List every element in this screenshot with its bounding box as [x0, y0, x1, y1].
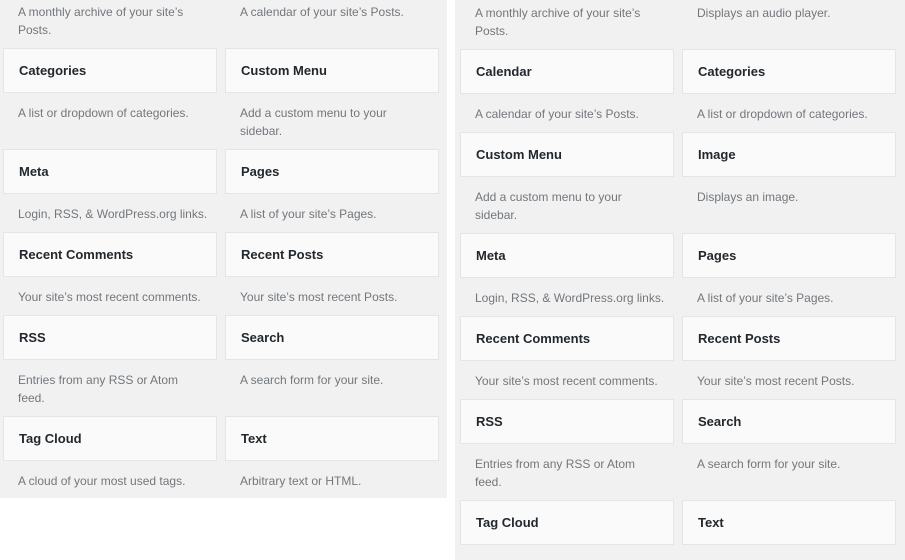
- widget-description: Add a custom menu to your sidebar.: [240, 106, 387, 138]
- widget-description: A list of your site’s Pages.: [240, 207, 377, 221]
- widget-title: Tag Cloud: [19, 431, 82, 446]
- widget-description: Entries from any RSS or Atom feed.: [18, 373, 179, 405]
- widget-text[interactable]: Text: [225, 416, 439, 461]
- widget-categories[interactable]: Categories: [3, 48, 217, 93]
- widget-meta[interactable]: Meta: [460, 233, 674, 278]
- widget-rss[interactable]: RSS: [460, 399, 674, 444]
- widget-text[interactable]: Text: [682, 500, 896, 545]
- widget-pages[interactable]: Pages: [225, 149, 439, 194]
- widget-description: A search form for your site.: [697, 457, 841, 471]
- widget-recent-comments[interactable]: Recent Comments: [460, 316, 674, 361]
- widget-description: Your site’s most recent Posts.: [240, 290, 398, 304]
- widget-custom-menu[interactable]: Custom Menu: [460, 132, 674, 177]
- widget-tag-cloud[interactable]: Tag Cloud: [3, 416, 217, 461]
- widget-title: Recent Comments: [19, 247, 134, 262]
- widget-description: Login, RSS, & WordPress.org links.: [18, 207, 208, 221]
- widget-title: RSS: [476, 414, 503, 429]
- widget-title: Custom Menu: [476, 147, 562, 162]
- widget-description: A list or dropdown of categories.: [18, 106, 189, 120]
- widget-search[interactable]: Search: [225, 315, 439, 360]
- audio-widget-description: Displays an audio player.: [697, 6, 831, 20]
- widget-recent-posts[interactable]: Recent Posts: [682, 316, 896, 361]
- widget-description: Your site’s most recent comments.: [18, 290, 201, 304]
- widget-rss[interactable]: RSS: [3, 315, 217, 360]
- widget-title: Tag Cloud: [476, 515, 539, 530]
- widget-description: Add a custom menu to your sidebar.: [475, 190, 622, 222]
- widget-description: Arbitrary text or HTML.: [240, 474, 362, 488]
- widget-description: A cloud of your most used tags.: [18, 474, 186, 488]
- widget-title: Pages: [241, 164, 280, 179]
- widget-title: RSS: [19, 330, 46, 345]
- widget-title: Recent Comments: [476, 331, 591, 346]
- widget-title: Meta: [19, 164, 49, 179]
- widget-pages[interactable]: Pages: [682, 233, 896, 278]
- widget-search[interactable]: Search: [682, 399, 896, 444]
- widget-calendar[interactable]: Calendar: [460, 49, 674, 94]
- widget-title: Custom Menu: [241, 63, 327, 78]
- archives-widget-description: A monthly archive of your site’s Posts.: [18, 5, 184, 37]
- widget-title: Categories: [698, 64, 766, 79]
- widget-description: Your site’s most recent Posts.: [697, 374, 855, 388]
- widget-description: Displays an image.: [697, 190, 799, 204]
- widget-description: A list of your site’s Pages.: [697, 291, 834, 305]
- widget-tag-cloud[interactable]: Tag Cloud: [460, 500, 674, 545]
- calendar-widget-description: A calendar of your site’s Posts.: [240, 5, 404, 19]
- widget-description: A list or dropdown of categories.: [697, 107, 868, 121]
- widget-title: Meta: [476, 248, 506, 263]
- widget-title: Search: [241, 330, 285, 345]
- widget-meta[interactable]: Meta: [3, 149, 217, 194]
- widget-title: Text: [241, 431, 267, 446]
- widget-title: Text: [698, 515, 724, 530]
- widget-title: Pages: [698, 248, 737, 263]
- widget-image[interactable]: Image: [682, 132, 896, 177]
- widget-title: Search: [698, 414, 742, 429]
- widget-description: Entries from any RSS or Atom feed.: [475, 457, 636, 489]
- widget-recent-posts[interactable]: Recent Posts: [225, 232, 439, 277]
- widget-description: Login, RSS, & WordPress.org links.: [475, 291, 665, 305]
- widget-title: Calendar: [476, 64, 532, 79]
- widget-categories[interactable]: Categories: [682, 49, 896, 94]
- widget-title: Recent Posts: [698, 331, 781, 346]
- widget-description: A search form for your site.: [240, 373, 384, 387]
- widget-recent-comments[interactable]: Recent Comments: [3, 232, 217, 277]
- available-widgets-panel-left: A monthly archive of your site’s Posts. …: [0, 0, 447, 498]
- widget-title: Recent Posts: [241, 247, 324, 262]
- archives-widget-description: A monthly archive of your site’s Posts.: [475, 6, 641, 38]
- widget-title: Image: [698, 147, 736, 162]
- widget-description: A calendar of your site’s Posts.: [475, 107, 639, 121]
- available-widgets-panel-right: A monthly archive of your site’s Posts. …: [455, 0, 905, 560]
- widget-description: Your site’s most recent comments.: [475, 374, 658, 388]
- widget-title: Categories: [19, 63, 87, 78]
- widget-custom-menu[interactable]: Custom Menu: [225, 48, 439, 93]
